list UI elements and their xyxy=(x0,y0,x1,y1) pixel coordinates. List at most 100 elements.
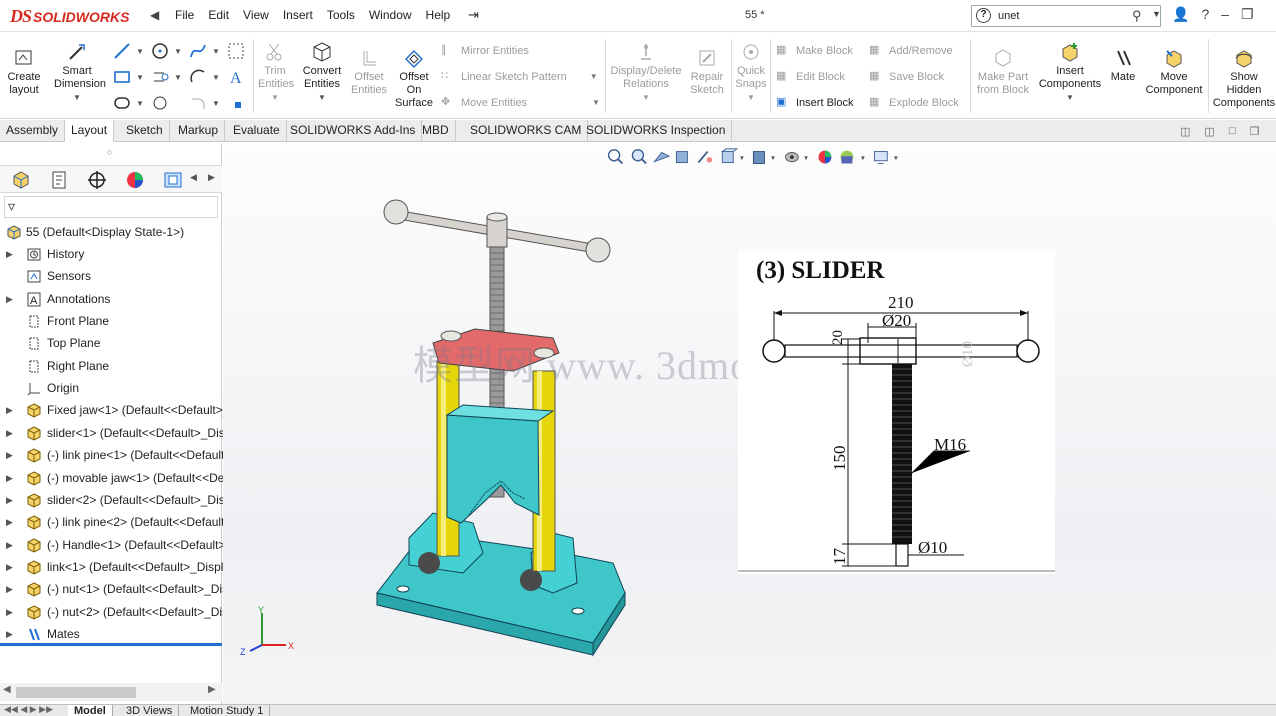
make-part-from-block-button[interactable]: Make Part from Block xyxy=(974,47,1032,97)
zoom-to-area-icon[interactable] xyxy=(631,149,647,165)
tree-item-link-1-default-default-displa[interactable]: ▶ link<1> (Default<<Default>_Displa xyxy=(0,556,230,578)
tile-icon[interactable]: ◫ xyxy=(1180,125,1190,138)
tree-item-top-plane[interactable]: Top Plane xyxy=(0,332,230,354)
search-icon[interactable]: ⚲ xyxy=(1132,8,1142,24)
tree-item-history[interactable]: ▶ History xyxy=(0,243,230,265)
polygon-icon[interactable] xyxy=(112,93,132,113)
menu-help[interactable]: Help xyxy=(419,8,458,22)
maximize-icon[interactable]: □ xyxy=(1229,125,1236,138)
linear-sketch-pattern-button[interactable]: ∷ Linear Sketch Pattern ▼ xyxy=(441,69,598,84)
smart-dimension-button[interactable]: Smart Dimension ▼ xyxy=(54,41,106,104)
chevron-down-icon[interactable]: ▼ xyxy=(590,72,598,81)
filter-icon[interactable]: ▿ xyxy=(8,198,15,215)
tab-solidworks-inspection[interactable]: SOLIDWORKS Inspection xyxy=(580,120,733,142)
menu-file[interactable]: File xyxy=(168,8,201,22)
tab-layout[interactable]: Layout xyxy=(65,120,115,142)
previous-view-icon[interactable] xyxy=(653,151,671,163)
tab-3d-views[interactable]: 3D Views xyxy=(120,705,180,716)
chevron-down-icon[interactable]: ▼ xyxy=(1036,91,1104,104)
chevron-down-icon[interactable]: ▼ xyxy=(174,73,182,82)
minimize-icon[interactable]: – xyxy=(1221,6,1229,23)
panel-grip-icon[interactable]: ○ xyxy=(107,147,112,157)
base-part[interactable] xyxy=(376,512,626,657)
sketch-grid-icon[interactable] xyxy=(226,41,246,61)
section-view-icon[interactable] xyxy=(675,151,688,164)
tree-item-annotations[interactable]: ▶ A Annotations xyxy=(0,288,230,310)
move-component-button[interactable]: Move Component xyxy=(1143,47,1205,97)
insert-block-button[interactable]: ▣ Insert Block xyxy=(776,95,853,110)
chevron-down-icon[interactable]: ▼ xyxy=(258,91,292,104)
move-entities-button[interactable]: ✥ Move Entities ▼ xyxy=(441,95,600,110)
tab-mbd[interactable]: MBD xyxy=(416,120,456,142)
repair-sketch-button[interactable]: Repair Sketch xyxy=(688,47,726,97)
tab-markup[interactable]: Markup xyxy=(172,120,226,142)
point-small-icon[interactable] xyxy=(228,95,248,115)
explode-block-button[interactable]: ▦ Explode Block xyxy=(869,95,959,110)
help-icon[interactable]: ? xyxy=(1201,6,1209,23)
expand-arrow-icon[interactable]: ▶ xyxy=(6,601,13,623)
scroll-left-icon[interactable]: ◀ xyxy=(3,684,11,695)
make-block-button[interactable]: ▦ Make Block xyxy=(776,43,853,58)
user-icon[interactable]: 👤 xyxy=(1172,6,1189,23)
zoom-to-fit-icon[interactable] xyxy=(607,149,623,165)
expand-arrow-icon[interactable]: ▶ xyxy=(6,288,13,310)
chevron-down-icon[interactable]: ▼ xyxy=(734,91,768,104)
chevron-down-icon[interactable]: ▼ xyxy=(212,99,220,108)
tree-item-movable-jaw-1-default-de[interactable]: ▶ (-) movable jaw<1> (Default<<De xyxy=(0,467,230,489)
scroll-right-icon[interactable]: ▶ xyxy=(208,172,215,183)
tree-item-fixed-jaw-1-default-default-d[interactable]: ▶ Fixed jaw<1> (Default<<Default>_D xyxy=(0,399,238,421)
arc-icon[interactable] xyxy=(188,67,208,87)
chevron-down-icon[interactable]: ▼ xyxy=(136,73,144,82)
expand-arrow-icon[interactable]: ▶ xyxy=(6,243,13,265)
tree-item-slider-1-default-default-disp[interactable]: ▶ slider<1> (Default<<Default>_Disp xyxy=(0,422,231,444)
expand-arrow-icon[interactable]: ▶ xyxy=(6,489,13,511)
circle-icon[interactable] xyxy=(150,41,170,61)
display-manager-icon[interactable] xyxy=(162,169,184,191)
search-input[interactable]: unet xyxy=(998,10,1019,22)
offset-on-surface-button[interactable]: Offset On Surface xyxy=(395,47,433,110)
expand-arrow-icon[interactable]: ▶ xyxy=(6,511,13,533)
text-icon[interactable]: A xyxy=(226,67,246,87)
save-block-button[interactable]: ▦ Save Block xyxy=(869,69,944,84)
tree-item-origin[interactable]: Origin xyxy=(0,377,230,399)
chevron-down-icon[interactable]: ▼ xyxy=(212,47,220,56)
property-manager-icon[interactable] xyxy=(48,169,70,191)
rectangle-icon[interactable] xyxy=(112,67,132,87)
create-layout-button[interactable]: Create layout xyxy=(4,47,44,97)
expand-arrow-icon[interactable]: ▶ xyxy=(6,578,13,600)
add-remove-button[interactable]: ▦ Add/Remove xyxy=(869,43,953,58)
tab-scroll-icons[interactable]: ◀◀ ◀ ▶ ▶▶ xyxy=(4,704,53,715)
pipe-vice-3d-model[interactable] xyxy=(363,193,783,663)
help-question-icon[interactable]: ? xyxy=(976,8,991,23)
convert-entities-button[interactable]: Convert Entities ▼ xyxy=(298,41,346,104)
restore-down-icon[interactable]: ❐ xyxy=(1249,125,1259,138)
configuration-manager-icon[interactable] xyxy=(86,169,108,191)
insert-components-button[interactable]: Insert Components ▼ xyxy=(1036,41,1104,104)
show-hidden-components-button[interactable]: Show Hidden Components xyxy=(1212,47,1276,110)
tree-item-front-plane[interactable]: Front Plane xyxy=(0,310,230,332)
expand-arrow-icon[interactable]: ▶ xyxy=(6,467,13,489)
menu-edit[interactable]: Edit xyxy=(201,8,236,22)
expand-arrow-icon[interactable]: ▶ xyxy=(6,556,13,578)
apply-scene-icon[interactable] xyxy=(840,150,854,164)
mirror-entities-button[interactable]: ∥ Mirror Entities xyxy=(441,43,529,58)
point-icon[interactable] xyxy=(150,93,170,113)
feature-manager-icon[interactable] xyxy=(10,169,32,191)
menu-tools[interactable]: Tools xyxy=(320,8,362,22)
expand-arrow-icon[interactable]: ▶ xyxy=(6,399,13,421)
edit-block-button[interactable]: ▦ Edit Block xyxy=(776,69,845,84)
tree-item-nut-2-default-default-dis[interactable]: ▶ (-) nut<2> (Default<<Default>_Dis xyxy=(0,601,230,623)
chevron-down-icon[interactable]: ▼ xyxy=(298,91,346,104)
expand-arrow-icon[interactable]: ▶ xyxy=(6,623,13,645)
view-settings-icon[interactable] xyxy=(873,151,888,164)
tab-motion-study-1[interactable]: Motion Study 1 xyxy=(184,705,271,716)
expand-arrow-icon[interactable]: ▶ xyxy=(6,444,13,466)
tab-solidworks-add-ins[interactable]: SOLIDWORKS Add-Ins xyxy=(284,120,423,142)
offset-entities-button[interactable]: Offset Entities xyxy=(350,47,388,97)
hide-show-items-icon[interactable] xyxy=(785,152,799,163)
tree-item-link-pine-2-default-default[interactable]: ▶ (-) link pine<2> (Default<<Default xyxy=(0,511,230,533)
chevron-down-icon[interactable]: ▼ xyxy=(592,98,600,107)
scroll-right-icon[interactable]: ▶ xyxy=(208,684,216,695)
menu-view[interactable]: View xyxy=(236,8,276,22)
fillet-icon[interactable] xyxy=(188,93,208,113)
